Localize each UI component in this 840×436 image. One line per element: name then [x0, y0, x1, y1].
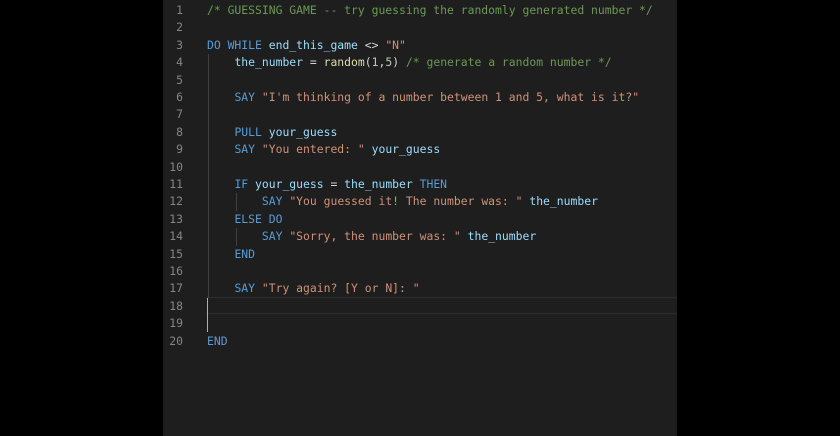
line-number: 19: [169, 316, 183, 331]
code-line[interactable]: 12 SAY "You guessed it! The number was: …: [163, 193, 677, 211]
code-line[interactable]: 17 SAY "Try again? [Y or N]: ": [163, 280, 677, 298]
line-number: 6: [176, 90, 183, 104]
line-number: 12: [169, 194, 183, 209]
code-token-kw: IF: [234, 177, 256, 191]
code-text: PULL your_guess: [207, 124, 337, 141]
code-token-var: your_guess: [255, 177, 324, 191]
screen: 1 /* GUESSING GAME -- try guessing the ra…: [0, 0, 840, 436]
code-token-fn: random: [323, 55, 365, 70]
code-token-str: "You guessed it! The number was: ": [289, 194, 523, 209]
code-token-var: the_number: [529, 194, 598, 209]
code-text: SAY "You guessed it! The number was: " t…: [207, 193, 598, 210]
code-token-var: your_guess: [371, 142, 441, 157]
line-number: 5: [176, 72, 183, 87]
code-line[interactable]: 11 IF your_guess = the_number THEN: [163, 176, 677, 194]
line-number: 14: [169, 229, 183, 244]
code-text: SAY "Try again? [Y or N]: ": [207, 280, 420, 297]
code-token-op: =: [303, 55, 324, 70]
code-token-kw: SAY: [261, 229, 290, 244]
code-token-str: "Try again? [Y or N]: ": [261, 281, 420, 296]
code-editor[interactable]: 1 /* GUESSING GAME -- try guessing the ra…: [163, 0, 677, 436]
code-token-comment: /* GUESSING GAME -- try guessing the ran…: [207, 3, 653, 17]
code-text: SAY "You entered: " your_guess: [207, 141, 440, 158]
code-line[interactable]: 2: [163, 19, 677, 36]
code-line[interactable]: 8 PULL your_guess: [163, 123, 677, 142]
code-token-kw: END: [207, 333, 228, 348]
code-text: END: [207, 246, 255, 263]
line-number: 18: [169, 298, 183, 313]
code-line[interactable]: 15 END: [163, 245, 677, 263]
code-token-op: <>: [357, 37, 386, 52]
line-number: 2: [176, 20, 183, 35]
code-text: the_number = random(1,5) /* generate a r…: [207, 54, 612, 71]
code-line[interactable]: 9 SAY "You entered: " your_guess: [163, 141, 677, 159]
line-number: 10: [169, 159, 183, 174]
code-line[interactable]: 20 END: [163, 333, 677, 350]
code-line[interactable]: 6 SAY "I'm thinking of a number between …: [163, 89, 677, 107]
line-number: 7: [176, 107, 183, 122]
code-token-var: the_number: [467, 229, 537, 244]
code-text: DO WHILE end_this_game <> "N": [207, 37, 406, 54]
code-line[interactable]: 18: [163, 298, 677, 315]
code-line[interactable]: 19: [163, 315, 677, 332]
line-number: 9: [176, 142, 183, 157]
code-token-kw: END: [234, 246, 256, 261]
code-token-kw: THEN: [412, 177, 448, 191]
code-token-var: your_guess: [268, 124, 338, 139]
code-token-var: the_number: [234, 55, 304, 70]
line-number: 13: [169, 211, 183, 226]
code-token-str: "You entered: ": [261, 142, 365, 157]
code-token-var: end_this_game: [268, 37, 358, 52]
code-token-kw: SAY: [234, 90, 262, 104]
code-line[interactable]: 13 ELSE DO: [163, 210, 677, 229]
code-token-plain: ): [392, 55, 406, 70]
code-line[interactable]: 10: [163, 158, 677, 176]
code-token-kw: SAY: [261, 194, 290, 209]
code-token-kw: PULL: [234, 124, 269, 139]
code-token-kw: SAY: [234, 142, 262, 157]
code-line[interactable]: 7: [163, 106, 677, 124]
line-number: 3: [176, 37, 183, 52]
code-text: ELSE DO: [207, 211, 282, 228]
code-line[interactable]: 14 SAY "Sorry, the number was: " the_num…: [163, 228, 677, 246]
code-token-str: "N": [385, 37, 406, 52]
code-text: IF your_guess = the_number THEN: [207, 176, 447, 193]
code-text: /* GUESSING GAME -- try guessing the ran…: [207, 2, 653, 19]
code-token-kw: ELSE DO: [234, 211, 283, 226]
code-token-op: =: [323, 177, 345, 191]
code-token-kw: SAY: [234, 281, 262, 296]
code-text: SAY "I'm thinking of a number between 1 …: [207, 89, 639, 106]
code-text: END: [207, 333, 228, 350]
code-line[interactable]: 4 the_number = random(1,5) /* generate a…: [163, 54, 677, 72]
code-line[interactable]: 5: [163, 71, 677, 89]
line-number: 8: [176, 124, 183, 139]
code-token-plain: (: [364, 55, 372, 70]
line-number: 16: [169, 264, 183, 278]
line-number: 15: [169, 246, 183, 261]
text-cursor: [207, 298, 208, 332]
line-number: 17: [169, 281, 183, 296]
code-line[interactable]: 1 /* GUESSING GAME -- try guessing the ra…: [163, 2, 677, 19]
line-number: 11: [169, 177, 183, 191]
code-token-var: the_number: [344, 177, 413, 191]
line-number: 20: [169, 333, 183, 348]
code-token-str: "I'm thinking of a number between 1 and …: [261, 90, 640, 104]
code-line[interactable]: 16: [163, 263, 677, 281]
line-number: 1: [176, 3, 183, 17]
code-token-kw: DO WHILE: [207, 37, 269, 52]
code-token-comment: /* generate a random number */: [405, 55, 612, 70]
line-number: 4: [176, 55, 183, 70]
code-token-str: "Sorry, the number was: ": [289, 229, 461, 244]
code-line[interactable]: 3 DO WHILE end_this_game <> "N": [163, 37, 677, 54]
code-text: SAY "Sorry, the number was: " the_number: [207, 228, 536, 245]
